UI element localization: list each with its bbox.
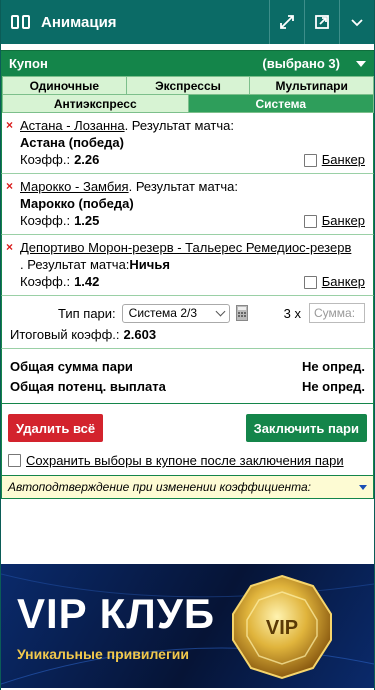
total-odds-value: 2.603 — [123, 327, 157, 342]
tab-system[interactable]: Система — [187, 94, 374, 113]
bet-pick: Марокко (победа) — [20, 196, 134, 211]
remove-icon[interactable]: × — [6, 179, 13, 193]
total-stake-value: Не опред. — [301, 359, 365, 374]
odds-value: 1.42 — [74, 274, 100, 289]
badge-text: VIP — [266, 617, 298, 639]
match-link[interactable]: Астана - Лозанна — [20, 118, 125, 133]
odds-label: Коэфф.: — [20, 213, 71, 228]
action-buttons: Удалить всё Заключить пари — [1, 404, 374, 446]
system-type-select[interactable]: Система 2/3 — [121, 303, 230, 323]
banker-toggle[interactable]: Банкер — [303, 273, 365, 291]
banker-toggle[interactable]: Банкер — [303, 151, 365, 169]
bet-type-tabs: Одиночные Экспрессы Мультипари Антиэкспр… — [1, 76, 375, 113]
bet-item: × Марокко - Замбия. Результат матча: Мар… — [1, 174, 374, 235]
banner-subtitle: Уникальные привилегии — [17, 646, 189, 662]
odds-value: 2.26 — [74, 152, 100, 167]
expand-button[interactable] — [269, 0, 304, 44]
delete-all-button[interactable]: Удалить всё — [8, 414, 104, 442]
banker-toggle[interactable]: Банкер — [303, 212, 365, 230]
bet-summary: Общая сумма пари Не опред. Общая потенц. … — [1, 348, 374, 404]
caret-down-icon[interactable] — [356, 60, 366, 67]
bet-item: × Депортиво Морон-резерв - Тальерес Реме… — [1, 235, 374, 296]
bet-event: Марокко - Замбия. Результат матча: — [10, 178, 365, 195]
select-arrow-icon — [215, 306, 226, 316]
system-settings: Тип пари: Система 2/3 3 x Сумма: Итоговы… — [1, 296, 374, 348]
banker-checkbox[interactable] — [303, 275, 317, 289]
banner-title: VIP КЛУБ — [17, 590, 216, 637]
bet-item: × Астана - Лозанна. Результат матча: Аст… — [1, 113, 374, 174]
bet-type-label: Тип пари: — [58, 305, 116, 321]
animation-logo-icon — [11, 15, 33, 29]
keep-selections-label[interactable]: Сохранить выборы в купоне после заключен… — [26, 453, 344, 468]
potential-payout-label: Общая потенц. выплата — [10, 379, 166, 394]
bet-odds-row: Коэфф.: 1.25 Банкер — [10, 212, 365, 230]
bet-odds-row: Коэфф.: 1.42 Банкер — [10, 273, 365, 291]
keep-selections-checkbox[interactable] — [8, 454, 21, 467]
multiplier-label: 3 x — [283, 305, 301, 321]
caret-down-icon[interactable] — [359, 484, 367, 490]
tab-multibets[interactable]: Мультипари — [249, 76, 375, 95]
bet-odds-row: Коэфф.: 2.26 Банкер — [10, 151, 365, 169]
market-label: . Результат матча: — [124, 118, 234, 133]
coupon-title: Купон — [9, 56, 48, 71]
bet-market: . Результат матча:Ничья — [10, 256, 365, 273]
chevron-down-icon — [351, 19, 363, 27]
window-title: Анимация — [41, 13, 117, 31]
auto-confirm-label: Автоподтверждение при изменении коэффици… — [8, 480, 312, 494]
vip-badge-icon: VIP — [232, 574, 332, 680]
window-header: Анимация — [1, 0, 374, 44]
potential-payout-value: Не опред. — [301, 379, 365, 394]
market-label: . Результат матча: — [20, 257, 130, 272]
banker-label[interactable]: Банкер — [322, 212, 365, 230]
bet-event: Астана - Лозанна. Результат матча: — [10, 117, 365, 134]
bet-pick: Ничья — [129, 257, 170, 272]
vip-club-banner[interactable]: VIP КЛУБ Уникальные привилегии VIP — [1, 564, 374, 688]
remove-icon[interactable]: × — [6, 118, 13, 132]
bet-event: Депортиво Морон-резерв - Тальерес Ремеди… — [10, 239, 365, 256]
tab-singles[interactable]: Одиночные — [2, 76, 127, 95]
tab-anti-accumulator[interactable]: Антиэкспресс — [2, 94, 189, 113]
bet-pick: Астана (победа) — [20, 135, 124, 150]
total-stake-label: Общая сумма пари — [10, 359, 133, 374]
system-type-value: Система 2/3 — [128, 306, 197, 320]
tab-accumulators[interactable]: Экспрессы — [125, 76, 251, 95]
odds-value: 1.25 — [74, 213, 100, 228]
total-odds-label: Итоговый коэфф.: — [10, 327, 120, 342]
banker-label[interactable]: Банкер — [322, 273, 365, 291]
match-link[interactable]: Марокко - Замбия — [20, 179, 129, 194]
remove-icon[interactable]: × — [6, 240, 13, 254]
market-label: . Результат матча: — [128, 179, 239, 194]
coupon-header[interactable]: Купон (выбрано 3) — [1, 50, 374, 76]
keep-selections-option[interactable]: Сохранить выборы в купоне после заключен… — [1, 446, 374, 475]
expand-icon — [280, 15, 294, 29]
stake-input[interactable]: Сумма: — [309, 303, 365, 323]
bet-slip-window: Анимация Купон (выбрано 3) Одиночные Экс… — [0, 0, 375, 690]
odds-label: Коэфф.: — [20, 274, 71, 289]
calculator-icon[interactable] — [235, 305, 248, 321]
match-link[interactable]: Депортиво Морон-резерв - Тальерес Ремеди… — [20, 240, 351, 255]
banker-label[interactable]: Банкер — [322, 151, 365, 169]
place-bet-button[interactable]: Заключить пари — [245, 414, 367, 442]
auto-confirm-select[interactable]: Автоподтверждение при изменении коэффици… — [1, 475, 374, 499]
popout-button[interactable] — [304, 0, 339, 44]
banker-checkbox[interactable] — [303, 153, 317, 167]
odds-label: Коэфф.: — [20, 152, 71, 167]
total-odds-row: Итоговый коэфф.: 2.603 — [10, 326, 365, 344]
collapse-button[interactable] — [339, 0, 374, 44]
selected-count: (выбрано 3) — [262, 56, 340, 71]
popout-icon — [315, 15, 329, 29]
banker-checkbox[interactable] — [303, 214, 317, 228]
